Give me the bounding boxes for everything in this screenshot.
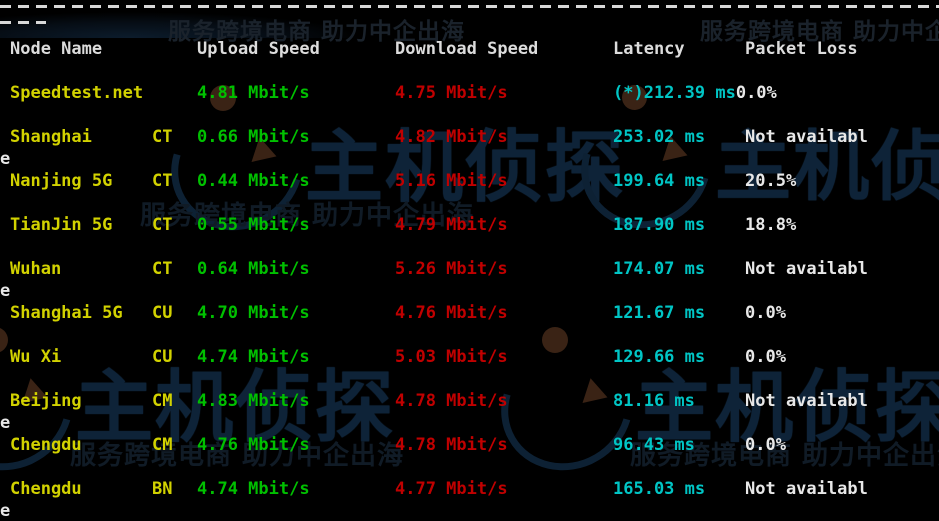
cell-download-speed: 5.16 Mbit/s [395, 171, 508, 191]
cell-isp: CU [152, 347, 173, 367]
cell-latency: (*)212.39 ms [613, 83, 736, 103]
cell-download-speed: 4.75 Mbit/s [395, 83, 508, 103]
cell-isp: CT [152, 259, 173, 279]
cell-node-name: Wu Xi [10, 347, 62, 367]
watermark-band-top [0, 8, 939, 38]
cell-isp: CM [152, 391, 173, 411]
cell-latency: 81.16 ms [613, 391, 695, 411]
column-header-node-name: Node Name [10, 39, 103, 59]
cell-latency: 121.67 ms [613, 303, 706, 323]
cell-packet-loss: Not availabl [745, 259, 868, 279]
wrapped-character: e [0, 413, 11, 433]
cell-packet-loss: 0.0% [735, 83, 777, 103]
cell-latency: 165.03 ms [613, 479, 706, 499]
cell-isp: CT [152, 171, 173, 191]
cell-packet-loss: 20.5% [745, 171, 797, 191]
cell-upload-speed: 4.74 Mbit/s [197, 479, 310, 499]
cell-upload-speed: 4.83 Mbit/s [197, 391, 310, 411]
cell-packet-loss: Not availabl [745, 479, 868, 499]
cell-download-speed: 4.78 Mbit/s [395, 391, 508, 411]
cell-latency: 129.66 ms [613, 347, 706, 367]
cell-node-name: Shanghai [10, 127, 92, 147]
cell-node-name: Speedtest.net [10, 83, 144, 103]
cell-isp: BN [152, 479, 173, 499]
cell-node-name: Nanjing 5G [10, 171, 113, 191]
cell-upload-speed: 4.76 Mbit/s [197, 435, 310, 455]
cell-node-name: Wuhan [10, 259, 62, 279]
watermark-brand: 主机侦探 [715, 122, 939, 211]
cell-upload-speed: 0.64 Mbit/s [197, 259, 310, 279]
cell-packet-loss: Not availabl [745, 391, 868, 411]
cell-latency: 253.02 ms [613, 127, 706, 147]
cell-node-name: TianJin 5G [10, 215, 113, 235]
cell-download-speed: 5.03 Mbit/s [395, 347, 508, 367]
column-header-packet-loss: Packet Loss [745, 39, 858, 59]
watermark-brand: 主机侦探 [305, 123, 626, 213]
cell-download-speed: 4.76 Mbit/s [395, 303, 508, 323]
top-dashed-separator [0, 5, 939, 8]
cell-packet-loss: 0.0% [745, 303, 786, 323]
column-header-upload-speed: Upload Speed [197, 39, 320, 59]
cell-download-speed: 4.78 Mbit/s [395, 435, 508, 455]
cell-isp: CU [152, 303, 173, 323]
cell-download-speed: 4.82 Mbit/s [395, 127, 508, 147]
column-header-download-speed: Download Speed [395, 39, 539, 59]
cell-download-speed: 4.79 Mbit/s [395, 215, 508, 235]
cell-latency: 174.07 ms [613, 259, 706, 279]
cell-upload-speed: 0.44 Mbit/s [197, 171, 310, 191]
cell-upload-speed: 0.55 Mbit/s [197, 215, 310, 235]
cell-isp: CM [152, 435, 173, 455]
cell-packet-loss: 0.0% [745, 347, 786, 367]
cell-node-name: Beijing [10, 391, 82, 411]
cell-upload-speed: 0.66 Mbit/s [197, 127, 310, 147]
wrapped-character: e [0, 149, 11, 169]
cell-node-name: Shanghai 5G [10, 303, 123, 323]
cell-upload-speed: 4.81 Mbit/s [197, 83, 310, 103]
cell-latency: 187.90 ms [613, 215, 706, 235]
wrapped-character: e [0, 281, 11, 301]
cell-download-speed: 5.26 Mbit/s [395, 259, 508, 279]
wrapped-character: e [0, 501, 11, 521]
cell-latency: 96.43 ms [613, 435, 695, 455]
cell-download-speed: 4.77 Mbit/s [395, 479, 508, 499]
cell-packet-loss: Not availabl [745, 127, 868, 147]
cell-node-name: Chengdu [10, 435, 82, 455]
cell-node-name: Chengdu [10, 479, 82, 499]
column-header-latency: Latency [613, 39, 685, 59]
cell-packet-loss: 18.8% [745, 215, 797, 235]
cell-upload-speed: 4.74 Mbit/s [197, 347, 310, 367]
secondary-dashed-separator [0, 21, 46, 24]
cell-packet-loss: 0.0% [745, 435, 786, 455]
cell-isp: CT [152, 127, 173, 147]
terminal-window: 服务跨境电商 助力中企出海 服务跨境电商 助力中企出海 主机侦探 服务跨境电商 … [0, 0, 939, 521]
cell-latency: 199.64 ms [613, 171, 706, 191]
cell-upload-speed: 4.70 Mbit/s [197, 303, 310, 323]
cell-isp: CT [152, 215, 173, 235]
